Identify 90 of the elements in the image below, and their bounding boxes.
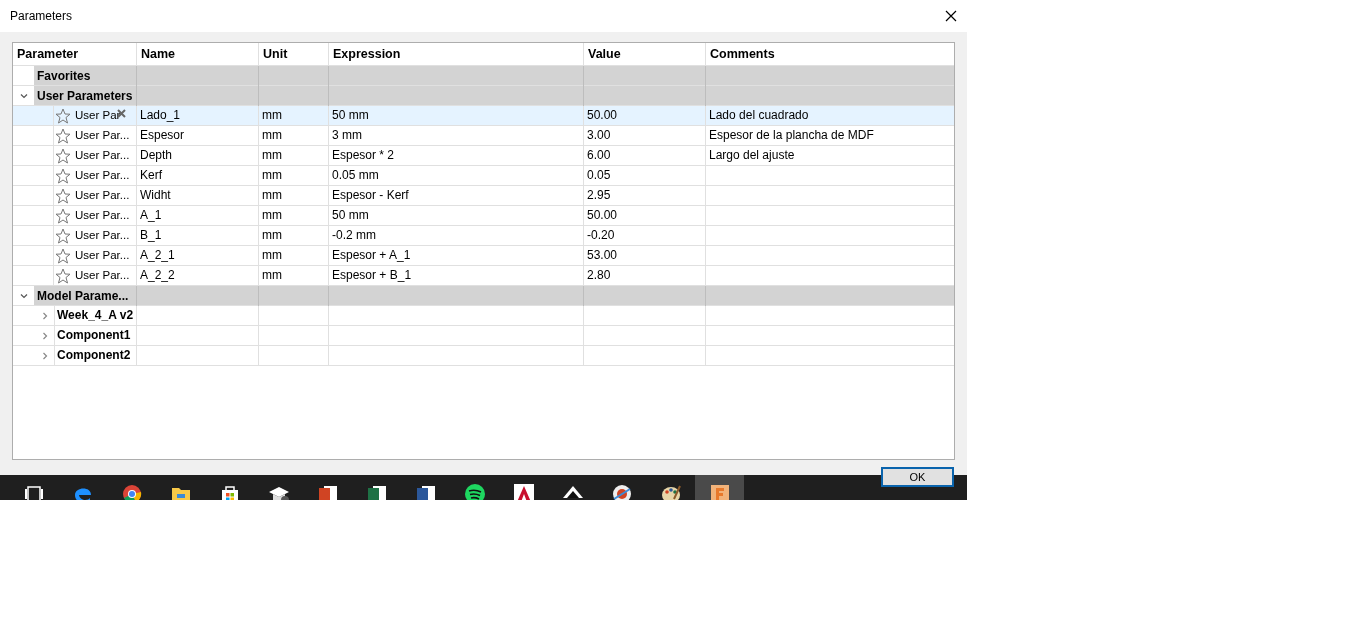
parameter-row[interactable]: User Par... A_1 mm 50 mm 50.00: [13, 206, 954, 226]
star-icon[interactable]: [55, 167, 71, 184]
circle-logo-icon[interactable]: [120, 483, 143, 500]
column-header[interactable]: Parameter: [13, 43, 136, 66]
expression-cell: 50 mm: [332, 208, 369, 222]
chevron-right-icon[interactable]: [40, 351, 49, 360]
parameter-name: A_1: [140, 208, 162, 222]
group-label[interactable]: User Parameters: [34, 86, 136, 106]
value-cell: 0.05: [587, 168, 611, 182]
star-icon[interactable]: [55, 267, 71, 284]
unit-cell: mm: [262, 248, 282, 262]
parameter-source: User Par...: [75, 267, 130, 283]
parameter-source: User Par...: [75, 147, 130, 163]
expression-cell: 0.05 mm: [332, 168, 379, 182]
star-icon[interactable]: [55, 227, 71, 244]
expression-cell: -0.2 mm: [332, 228, 376, 242]
palette-icon[interactable]: [659, 483, 682, 500]
star-icon[interactable]: [55, 207, 71, 224]
ok-button[interactable]: OK: [881, 467, 954, 487]
parameter-row[interactable]: User Par Lado_1 mm 50 mm 50.00 Lado del cuadrado: [13, 106, 954, 126]
group-label[interactable]: Favorites: [34, 66, 136, 86]
value-cell: 50.00: [587, 108, 618, 122]
parameter-source: User Par...: [75, 167, 130, 183]
unit-cell: mm: [262, 208, 282, 222]
group-label[interactable]: Model Parame...: [34, 286, 136, 306]
unit-cell: mm: [262, 268, 282, 282]
unit-cell: mm: [262, 148, 282, 162]
parameter-source: User Par...: [75, 207, 130, 223]
expression-cell: 3 mm: [332, 128, 362, 142]
spreadsheet-icon[interactable]: [365, 483, 388, 500]
sound-waves-icon[interactable]: [463, 483, 486, 500]
parameter-source: User Par...: [75, 227, 130, 243]
task-view-icon[interactable]: [22, 483, 45, 500]
value-cell: 53.00: [587, 248, 618, 262]
unit-cell: mm: [262, 228, 282, 242]
parameter-source: User Par...: [75, 127, 130, 143]
expression-cell: 50 mm: [332, 108, 369, 122]
parameter-source: User Par...: [75, 187, 130, 203]
parameter-name: A_2_2: [140, 268, 175, 282]
parameter-row[interactable]: User Par... Depth mm Espesor * 2 6.00 Largo del ajuste: [13, 146, 954, 166]
parameter-row[interactable]: User Par... A_2_1 mm Espesor + A_1 53.00: [13, 246, 954, 266]
star-icon[interactable]: [55, 187, 71, 204]
parameter-name: B_1: [140, 228, 162, 242]
square-logo-icon[interactable]: [708, 483, 731, 500]
parameter-row[interactable]: User Par... Widht mm Espesor - Kerf 2.95: [13, 186, 954, 206]
chevron-right-icon[interactable]: [40, 311, 49, 320]
triangle-logo-icon[interactable]: [512, 483, 535, 500]
unit-cell: mm: [262, 128, 282, 142]
comment-cell: Largo del ajuste: [709, 148, 795, 162]
component-label[interactable]: Component2: [54, 346, 136, 365]
expression-cell: Espesor + A_1: [332, 248, 411, 262]
value-cell: 3.00: [587, 128, 611, 142]
parameter-name: Depth: [140, 148, 173, 162]
window-title: Parameters: [10, 8, 73, 25]
parameter-source: User Par...: [75, 247, 130, 263]
parameter-row[interactable]: User Par... Kerf mm 0.05 mm 0.05: [13, 166, 954, 186]
comment-cell: Espesor de la plancha de MDF: [709, 128, 874, 142]
parameter-row[interactable]: User Par... Espesor mm 3 mm 3.00 Espesor de la plancha de MDF: [13, 126, 954, 146]
parameter-source: User Par: [75, 107, 121, 123]
value-cell: 50.00: [587, 208, 618, 222]
close-icon[interactable]: [945, 10, 957, 22]
star-icon[interactable]: [55, 107, 71, 124]
unit-cell: mm: [262, 188, 282, 202]
unit-cell: mm: [262, 168, 282, 182]
component-label[interactable]: Component1: [54, 326, 136, 345]
value-cell: -0.20: [587, 228, 615, 242]
unit-cell: mm: [262, 108, 282, 122]
component-label[interactable]: Week_4_A v2: [54, 306, 136, 325]
value-cell: 6.00: [587, 148, 611, 162]
parameter-name: Lado_1: [140, 108, 181, 122]
expression-cell: Espesor + B_1: [332, 268, 412, 282]
comment-cell: Lado del cuadrado: [709, 108, 809, 122]
parameter-name: Widht: [140, 188, 171, 202]
ring-logo-icon[interactable]: [610, 483, 633, 500]
expression-cell: Espesor * 2: [332, 148, 395, 162]
star-icon[interactable]: [55, 127, 71, 144]
parameter-row[interactable]: User Par... B_1 mm -0.2 mm -0.20: [13, 226, 954, 246]
document-icon[interactable]: [316, 483, 339, 500]
star-icon[interactable]: [55, 147, 71, 164]
star-icon[interactable]: [55, 247, 71, 264]
parameter-name: Espesor: [140, 128, 185, 142]
document-icon[interactable]: [414, 483, 437, 500]
parameter-name: A_2_1: [140, 248, 175, 262]
value-cell: 2.95: [587, 188, 611, 202]
value-cell: 2.80: [587, 268, 611, 282]
chevron-right-icon[interactable]: [40, 331, 49, 340]
expression-cell: Espesor - Kerf: [332, 188, 409, 202]
chevron-down-icon[interactable]: [19, 291, 28, 300]
parameter-name: Kerf: [140, 168, 162, 182]
chevron-down-icon[interactable]: [19, 91, 28, 100]
